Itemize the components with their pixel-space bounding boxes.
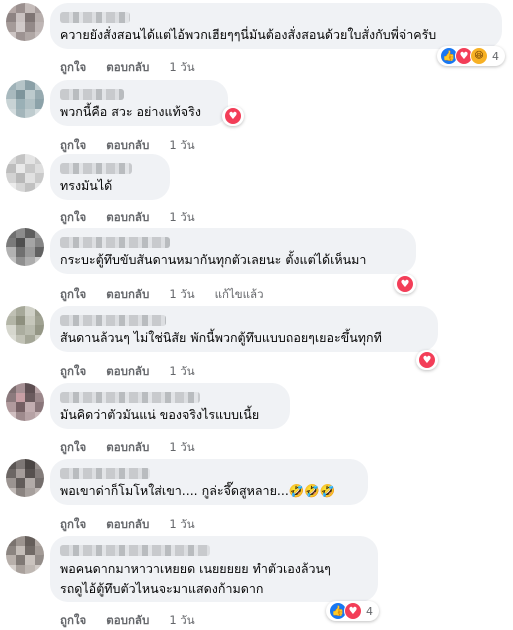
comment-actions: ถูกใจ ตอบกลับ 1 วัน <box>60 137 211 155</box>
reply-button[interactable]: ตอบกลับ <box>106 613 149 627</box>
comment-bubble: ทรงมันได้ <box>50 154 170 200</box>
avatar[interactable] <box>6 536 44 574</box>
like-button[interactable]: ถูกใจ <box>60 440 86 454</box>
timestamp[interactable]: 1 วัน <box>169 60 194 74</box>
edited-label[interactable]: แก้ไขแล้ว <box>215 287 264 301</box>
reactions-summary[interactable]: ♥ <box>222 106 244 126</box>
avatar[interactable] <box>6 383 44 421</box>
comment-text: สันดานล้วนๆ ไม่ใช่นิสัย พักนี้พวกตู้ทึบแ… <box>60 330 382 345</box>
commenter-name-blurred[interactable] <box>60 12 130 23</box>
reactions-summary[interactable]: ♥ <box>416 350 438 370</box>
comment-bubble: สันดานล้วนๆ ไม่ใช่นิสัย พักนี้พวกตู้ทึบแ… <box>50 306 438 352</box>
reactions-summary[interactable]: 👍 ♥ 4 <box>326 601 379 621</box>
like-button[interactable]: ถูกใจ <box>60 60 86 74</box>
timestamp[interactable]: 1 วัน <box>169 613 194 627</box>
timestamp[interactable]: 1 วัน <box>169 517 194 531</box>
comment-bubble: ควายยังสั่งสอนได้แต่ไอ้พวกเฮียๆๆนี่มันต้… <box>50 3 502 49</box>
reply-button[interactable]: ตอบกลับ <box>106 60 149 74</box>
timestamp[interactable]: 1 วัน <box>169 210 194 224</box>
heart-icon: ♥ <box>224 107 242 125</box>
comment-bubble: กระบะตู้ทึบขับสันดานหมากันทุกตัวเลยนะ ตั… <box>50 228 416 274</box>
avatar[interactable] <box>6 459 44 497</box>
like-button[interactable]: ถูกใจ <box>60 364 86 378</box>
commenter-name-blurred[interactable] <box>60 163 132 174</box>
reaction-count: 4 <box>366 604 373 618</box>
comment-text: พวกนี้คือ สวะ อย่างแท้จริง <box>60 104 201 119</box>
avatar[interactable] <box>6 154 44 192</box>
avatar[interactable] <box>6 80 44 118</box>
commenter-name-blurred[interactable] <box>60 237 170 248</box>
avatar[interactable] <box>6 228 44 266</box>
comment-actions: ถูกใจ ตอบกลับ 1 วัน <box>60 363 211 381</box>
reply-button[interactable]: ตอบกลับ <box>106 517 149 531</box>
commenter-name-blurred[interactable] <box>60 89 124 100</box>
reply-button[interactable]: ตอบกลับ <box>106 440 149 454</box>
comment-actions: ถูกใจ ตอบกลับ 1 วัน <box>60 59 211 77</box>
laughing-face-icon: 😆 <box>470 47 488 65</box>
comment-text: พอเขาด่าก็โมโหใส่เขา.... กูล่ะจึ๊ดสูหลาย… <box>60 483 336 498</box>
comment-actions: ถูกใจ ตอบกลับ 1 วัน <box>60 516 211 534</box>
like-button[interactable]: ถูกใจ <box>60 210 86 224</box>
comment-text: มันคิดว่าตัวมันแน่ ของจริงไรแบบเนี้ย <box>60 407 260 422</box>
heart-icon: ♥ <box>396 275 414 293</box>
reactions-summary[interactable]: ♥ <box>394 274 416 294</box>
commenter-name-blurred[interactable] <box>60 545 210 556</box>
comment-bubble: มันคิดว่าตัวมันแน่ ของจริงไรแบบเนี้ย <box>50 383 290 429</box>
timestamp[interactable]: 1 วัน <box>169 287 194 301</box>
reply-button[interactable]: ตอบกลับ <box>106 364 149 378</box>
heart-icon: ♥ <box>344 602 362 620</box>
like-button[interactable]: ถูกใจ <box>60 613 86 627</box>
comment-actions: ถูกใจ ตอบกลับ 1 วัน แก้ไขแล้ว <box>60 286 280 304</box>
heart-icon: ♥ <box>418 351 436 369</box>
comment-bubble: พอคนดากมาหาวาเหยยด เนยยยยย ทำตัวเองล้วนๆ… <box>50 536 378 602</box>
like-button[interactable]: ถูกใจ <box>60 287 86 301</box>
comment-text-line-2: รถดูไอ้ตู้ทึบตัวไหนจะมาแสดงก้ามดาก <box>60 581 264 596</box>
avatar[interactable] <box>6 3 44 41</box>
comment-bubble: พวกนี้คือ สวะ อย่างแท้จริง <box>50 80 228 126</box>
reply-button[interactable]: ตอบกลับ <box>106 138 149 152</box>
timestamp[interactable]: 1 วัน <box>169 138 194 152</box>
comment-text: ทรงมันได้ <box>60 178 113 193</box>
reaction-count: 4 <box>492 49 499 63</box>
comment-text: ควายยังสั่งสอนได้แต่ไอ้พวกเฮียๆๆนี่มันต้… <box>60 27 437 42</box>
reply-button[interactable]: ตอบกลับ <box>106 287 149 301</box>
commenter-name-blurred[interactable] <box>60 468 150 479</box>
commenter-name-blurred[interactable] <box>60 315 166 326</box>
timestamp[interactable]: 1 วัน <box>169 364 194 378</box>
comment-actions: ถูกใจ ตอบกลับ 1 วัน <box>60 209 211 227</box>
comment-actions: ถูกใจ ตอบกลับ 1 วัน <box>60 612 211 630</box>
timestamp[interactable]: 1 วัน <box>169 440 194 454</box>
like-button[interactable]: ถูกใจ <box>60 517 86 531</box>
comment-bubble: พอเขาด่าก็โมโหใส่เขา.... กูล่ะจึ๊ดสูหลาย… <box>50 459 368 505</box>
like-button[interactable]: ถูกใจ <box>60 138 86 152</box>
comment-text-line-1: พอคนดากมาหาวาเหยยด เนยยยยย ทำตัวเองล้วนๆ <box>60 561 331 576</box>
comment-actions: ถูกใจ ตอบกลับ 1 วัน <box>60 439 211 457</box>
comment-text: กระบะตู้ทึบขับสันดานหมากันทุกตัวเลยนะ ตั… <box>60 252 367 267</box>
reactions-summary[interactable]: 👍 ♥ 😆 4 <box>437 46 505 66</box>
commenter-name-blurred[interactable] <box>60 392 200 403</box>
avatar[interactable] <box>6 306 44 344</box>
reply-button[interactable]: ตอบกลับ <box>106 210 149 224</box>
